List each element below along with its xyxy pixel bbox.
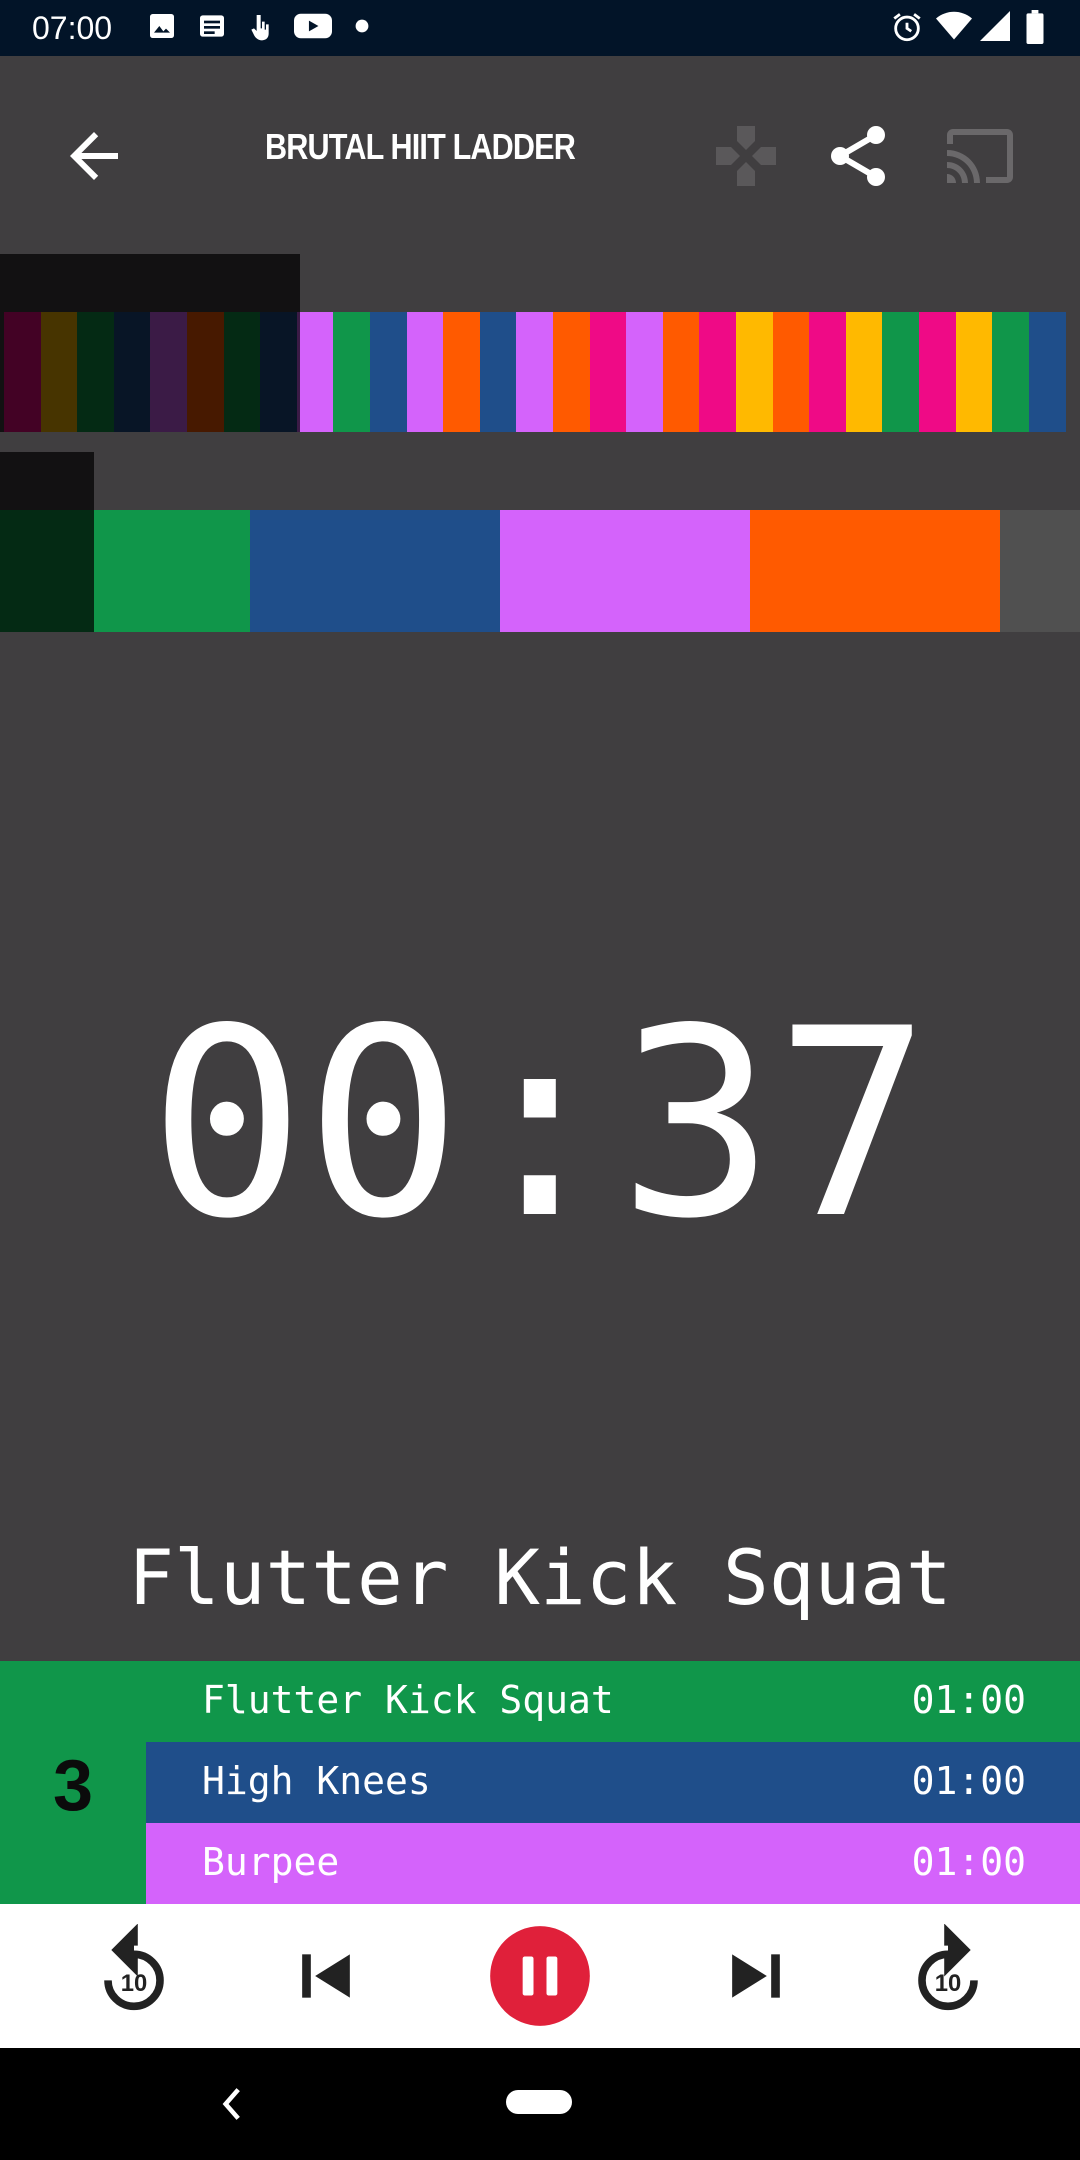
- round-segment: [94, 510, 250, 632]
- round-segment: [750, 510, 1000, 632]
- exercise-segment: [992, 312, 1030, 432]
- exercise-segment: [662, 312, 700, 432]
- current-exercise-name: Flutter Kick Squat: [128, 1533, 952, 1622]
- exercise-segment: [919, 312, 957, 432]
- alarm-icon: [893, 13, 921, 42]
- replay-10-icon[interactable]: 10: [82, 1924, 186, 2028]
- exercise-segment: [955, 312, 993, 432]
- exercise-segment: [772, 312, 810, 432]
- exercise-segment: [626, 312, 664, 432]
- dot-icon: [355, 19, 369, 33]
- exercise-segment: [809, 312, 847, 432]
- exercise-segment: [736, 312, 774, 432]
- system-nav-bar: [0, 2048, 1080, 2160]
- exercise-segment: [845, 312, 883, 432]
- queue-item: High Knees 01:00: [146, 1742, 1080, 1823]
- replay-10-label: 10: [121, 1970, 148, 1997]
- round-progress-strip: [0, 510, 1080, 632]
- countdown-timer: 00:37: [148, 974, 932, 1276]
- news-icon: [200, 15, 224, 37]
- status-time: 07:00: [32, 10, 113, 46]
- skip-next-icon[interactable]: [704, 1924, 808, 2028]
- nav-home-pill[interactable]: [506, 2090, 572, 2114]
- signal-icon: [980, 11, 1010, 41]
- exercise-segment: [296, 312, 334, 432]
- exercise-segment: [516, 312, 554, 432]
- forward-10-label: 10: [935, 1970, 962, 1997]
- exercise-segment: [370, 312, 408, 432]
- exercise-segment: [443, 312, 481, 432]
- completed-overlay: [0, 254, 300, 432]
- playback-controls: 10 10: [0, 1904, 1080, 2048]
- skip-previous-icon[interactable]: [274, 1924, 378, 2028]
- round-segment: [250, 510, 500, 632]
- exercise-segment: [479, 312, 517, 432]
- image-icon: [150, 14, 174, 38]
- exercise-segment: [882, 312, 920, 432]
- queue-item-time: 01:00: [911, 1840, 1026, 1884]
- back-arrow-icon[interactable]: [58, 120, 130, 192]
- forward-10-icon[interactable]: 10: [896, 1924, 1000, 2028]
- youtube-icon: [294, 13, 332, 39]
- exercise-segment: [406, 312, 444, 432]
- battery-icon: [1026, 10, 1044, 44]
- exercise-segment: [333, 312, 371, 432]
- queue-item-time: 01:00: [911, 1678, 1026, 1722]
- touch-icon: [251, 15, 269, 41]
- page-title: BRUTAL HIIT LADDER: [265, 126, 576, 167]
- round-number: 3: [52, 1746, 94, 1826]
- app-bar: BRUTAL HIIT LADDER: [0, 56, 1080, 242]
- round-segment: [1000, 510, 1080, 632]
- queue-item: Burpee 01:00: [146, 1823, 1080, 1904]
- pause-button[interactable]: [488, 1924, 592, 2028]
- cast-icon[interactable]: [944, 120, 1016, 192]
- status-bar: 07:00: [0, 0, 1080, 56]
- exercise-segment: [1028, 312, 1066, 432]
- exercise-segment: [553, 312, 591, 432]
- gamepad-icon[interactable]: [710, 120, 782, 192]
- exercise-segment: [699, 312, 737, 432]
- queue-item-name: Flutter Kick Squat: [202, 1678, 614, 1722]
- wifi-icon: [936, 11, 972, 40]
- queue-item-time: 01:00: [911, 1759, 1026, 1803]
- queue-item: Flutter Kick Squat 01:00: [146, 1661, 1080, 1742]
- round-segment: [500, 510, 750, 632]
- nav-back-icon[interactable]: [216, 2086, 246, 2122]
- round-indicator: 3: [0, 1661, 146, 1904]
- share-icon[interactable]: [822, 120, 894, 192]
- completed-overlay: [0, 452, 94, 632]
- queue-item-name: Burpee: [202, 1840, 340, 1884]
- queue-item-name: High Knees: [202, 1759, 431, 1803]
- exercise-segment: [589, 312, 627, 432]
